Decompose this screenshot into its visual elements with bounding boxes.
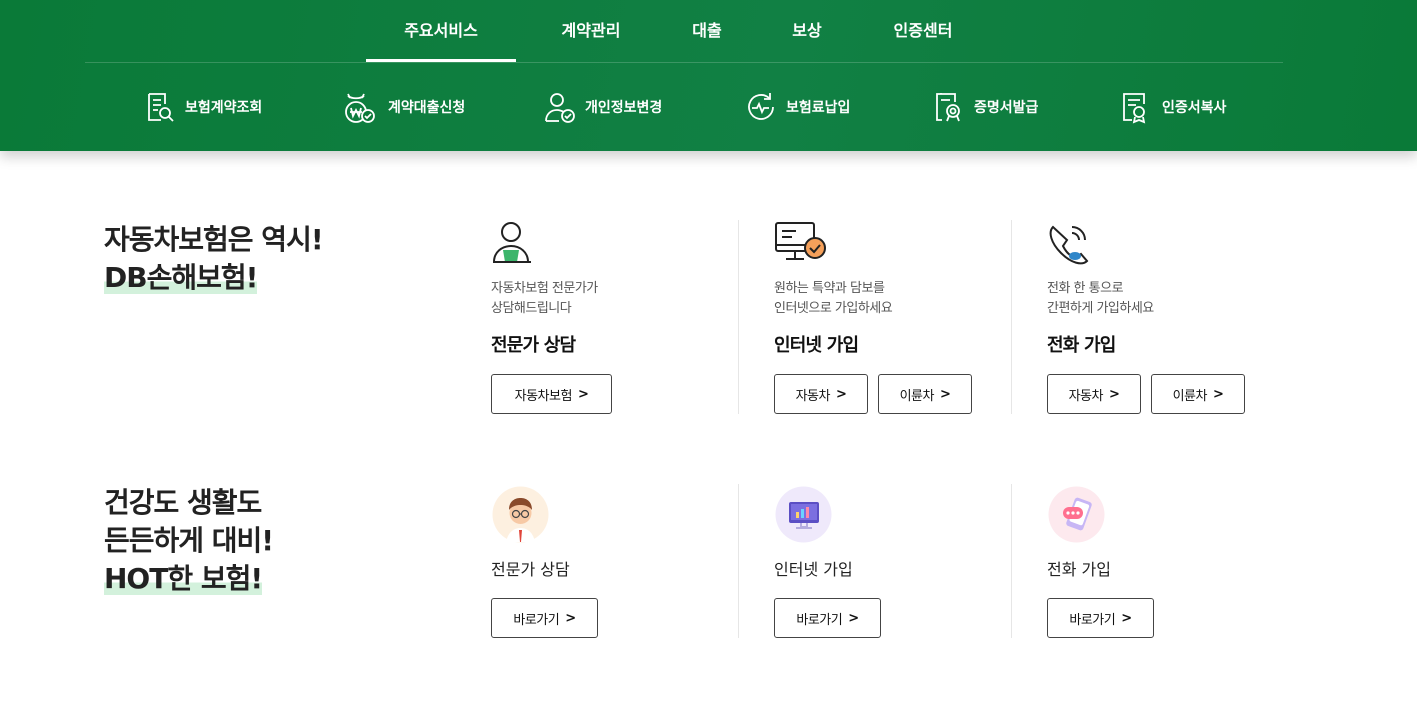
- nav-divider: [85, 62, 1283, 63]
- chevron-right-icon: >: [835, 386, 847, 402]
- chevron-right-icon: >: [1121, 610, 1132, 626]
- card-description: 상담해드립니다: [491, 301, 572, 316]
- auto-insurance-consult-button[interactable]: 자동차보험 >: [491, 374, 612, 414]
- phone-motorcycle-button[interactable]: 이륜차 >: [1151, 374, 1245, 414]
- card-description: 전화 한 통으로: [1047, 281, 1124, 296]
- button-label: 바로가기: [513, 612, 560, 628]
- button-label: 자동차: [795, 388, 831, 404]
- sub-nav-loan-application[interactable]: 계약대출신청: [340, 88, 465, 126]
- computer-check-icon: [775, 222, 826, 260]
- card-description: 원하는 특약과 담보를: [774, 281, 885, 296]
- button-label: 이륜차: [1172, 388, 1208, 404]
- button-label: 바로가기: [796, 612, 843, 628]
- document-search-icon: [148, 93, 174, 122]
- chevron-right-icon: >: [848, 610, 859, 626]
- phone-auto-button[interactable]: 자동차 >: [1047, 374, 1141, 414]
- sub-nav-label: 보험료납입: [786, 100, 851, 116]
- sub-nav-label: 증명서발급: [974, 100, 1039, 116]
- phone-join-go-button[interactable]: 바로가기 >: [1047, 598, 1154, 638]
- button-label: 이륜차: [899, 388, 935, 404]
- button-label: 자동차보험: [514, 388, 573, 404]
- sub-nav-label: 계약대출신청: [388, 100, 466, 116]
- loan-money-check-icon: [345, 93, 375, 123]
- promo-title-line: 건강도 생활도: [104, 486, 262, 519]
- person-check-icon: [545, 93, 575, 123]
- promo-title-highlight: DB손해보험!: [104, 261, 258, 294]
- hot-insurance-promo-title: 건강도 생활도 든든하게 대비! HOT한 보험!: [104, 484, 274, 598]
- button-label: 바로가기: [1069, 612, 1116, 628]
- consultant-person-icon: [492, 222, 531, 263]
- internet-join-card: 원하는 특약과 담보를 인터넷으로 가입하세요 인터넷 가입: [774, 279, 1014, 357]
- top-nav: 주요서비스 계약관리 대출 보상 인증센터: [0, 0, 1417, 62]
- premium-payment-icon: [748, 93, 774, 120]
- auto-insurance-promo-title: 자동차보험은 역시! DB손해보험!: [104, 221, 324, 297]
- expert-consult-go-button[interactable]: 바로가기 >: [491, 598, 598, 638]
- chevron-right-icon: >: [1212, 386, 1224, 402]
- card-title: 전문가 상담: [491, 560, 570, 579]
- card-description: 자동차보험 전문가가: [491, 281, 598, 296]
- sub-nav-contract-inquiry[interactable]: 보험계약조회: [143, 88, 262, 126]
- button-label: 자동차: [1068, 388, 1104, 404]
- sub-nav-certificate-issue[interactable]: 증명서발급: [932, 88, 1038, 126]
- top-nav-loan[interactable]: 대출: [672, 0, 742, 62]
- chevron-right-icon: >: [1108, 386, 1120, 402]
- sub-nav-certificate-copy[interactable]: 인증서복사: [1120, 88, 1226, 126]
- chevron-right-icon: >: [939, 386, 951, 402]
- promo-title-line: 자동차보험은 역시!: [104, 223, 324, 256]
- card-title: 인터넷 가입: [774, 335, 859, 356]
- sub-nav-label: 인증서복사: [1162, 100, 1227, 116]
- phone-call-icon: [1049, 225, 1089, 265]
- card-description: 인터넷으로 가입하세요: [774, 301, 893, 316]
- promo-title-highlight: HOT한 보험!: [104, 562, 263, 595]
- monitor-chart-icon: [775, 486, 832, 543]
- card-title: 인터넷 가입: [774, 560, 853, 579]
- sub-nav-personal-info-change[interactable]: 개인정보변경: [543, 88, 662, 126]
- top-nav-compensation[interactable]: 보상: [772, 0, 842, 62]
- card-title: 전화 가입: [1047, 560, 1111, 579]
- internet-join-go-button[interactable]: 바로가기 >: [774, 598, 881, 638]
- card-description: 간편하게 가입하세요: [1047, 301, 1154, 316]
- top-nav-certification-center[interactable]: 인증센터: [878, 0, 968, 62]
- promo-title-line: 든든하게 대비!: [104, 524, 274, 557]
- consultant-avatar-icon: [492, 486, 549, 543]
- sub-nav-label: 개인정보변경: [585, 100, 663, 116]
- sub-nav-label: 보험계약조회: [185, 100, 263, 116]
- expert-consult-card: 자동차보험 전문가가 상담해드립니다 전문가 상담: [491, 279, 731, 357]
- top-nav-contract-management[interactable]: 계약관리: [546, 0, 636, 62]
- top-nav-main-services[interactable]: 주요서비스: [366, 0, 516, 62]
- certificate-copy-icon: [1123, 93, 1146, 124]
- chevron-right-icon: >: [577, 386, 589, 402]
- chevron-right-icon: >: [565, 610, 576, 626]
- column-divider: [738, 484, 739, 638]
- phone-join-card: 전화 한 통으로 간편하게 가입하세요 전화 가입: [1047, 279, 1287, 357]
- sub-nav-premium-payment[interactable]: 보험료납입: [744, 88, 850, 126]
- card-title: 전문가 상담: [491, 335, 576, 356]
- internet-motorcycle-button[interactable]: 이륜차 >: [878, 374, 972, 414]
- certificate-icon: [936, 93, 960, 122]
- header: 주요서비스 계약관리 대출 보상 인증센터 보험계약조회 계약대출신청 개인정보…: [0, 0, 1417, 151]
- column-divider: [738, 220, 739, 414]
- card-title: 전화 가입: [1047, 335, 1116, 356]
- phone-chat-icon: [1048, 486, 1105, 543]
- internet-auto-button[interactable]: 자동차 >: [774, 374, 868, 414]
